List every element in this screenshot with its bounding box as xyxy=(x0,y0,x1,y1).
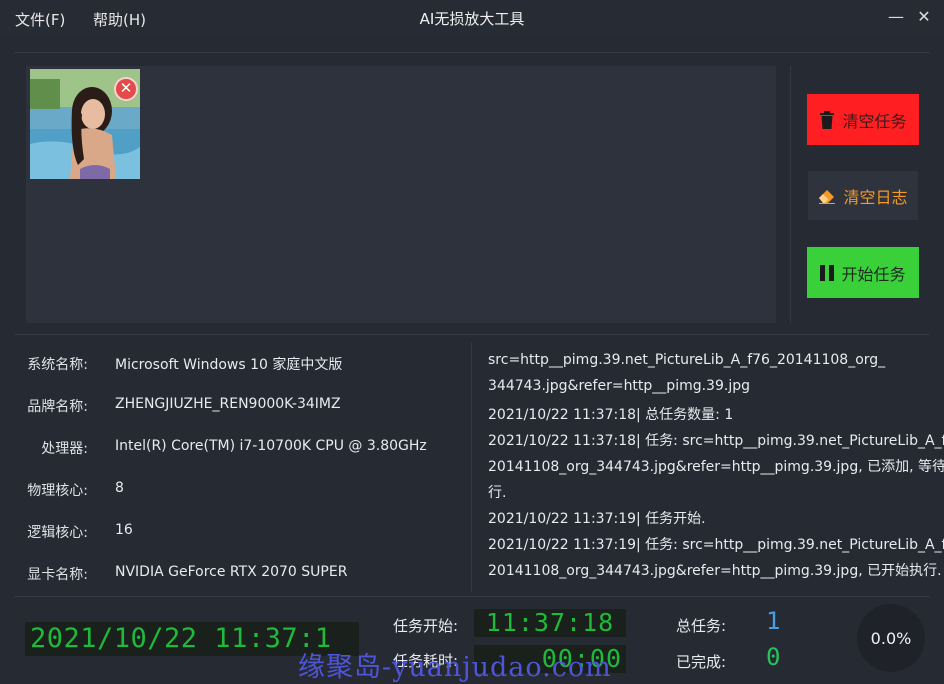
remove-x-icon[interactable]: ✕ xyxy=(114,77,138,101)
log-line: 20141108_org_344743.jpg&refer=http__pimg… xyxy=(488,563,942,579)
system-name-value: Microsoft Windows 10 家庭中文版 xyxy=(115,357,343,373)
start-task-label: 开始任务 xyxy=(841,264,906,284)
system-name-label: 系统名称: xyxy=(27,357,88,373)
divider xyxy=(471,342,472,592)
clear-tasks-label: 清空任务 xyxy=(842,111,907,131)
window-title: AI无损放大工具 xyxy=(419,10,525,28)
divider xyxy=(14,596,930,597)
log-line: 2021/10/22 11:37:18| 任务: src=http__pimg.… xyxy=(488,433,944,449)
logical-cores-label: 逻辑核心: xyxy=(27,525,88,541)
clear-log-button[interactable]: 清空日志 xyxy=(808,171,918,220)
clear-tasks-button[interactable]: 清空任务 xyxy=(807,94,919,145)
log-line: src=http__pimg.39.net_PictureLib_A_f76_2… xyxy=(488,352,886,368)
divider xyxy=(790,66,791,323)
title-bar: 文件(F) 帮助(H) AI无损放大工具 — ✕ xyxy=(0,0,944,36)
task-thumbnail[interactable]: ✕ xyxy=(30,69,140,179)
logical-cores-value: 16 xyxy=(115,522,133,538)
log-line: 2021/10/22 11:37:18| 总任务数量: 1 xyxy=(488,407,734,423)
log-line: 344743.jpg&refer=http__pimg.39.jpg xyxy=(488,378,750,394)
minimize-icon[interactable]: — xyxy=(886,7,906,27)
clear-log-label: 清空日志 xyxy=(843,187,908,207)
gpu-name-value: NVIDIA GeForce RTX 2070 SUPER xyxy=(115,564,348,580)
processor-value: Intel(R) Core(TM) i7-10700K CPU @ 3.80GH… xyxy=(115,438,427,454)
completed-count: 0 xyxy=(766,643,781,671)
physical-cores-value: 8 xyxy=(115,480,124,496)
close-icon[interactable]: ✕ xyxy=(914,7,934,27)
task-list-panel[interactable]: ✕ xyxy=(26,66,776,323)
watermark-text: 缘聚岛-yuanjudao.com xyxy=(298,652,612,683)
start-time-display: 11:37:18 xyxy=(474,609,626,637)
log-line: 2021/10/22 11:37:19| 任务开始. xyxy=(488,511,706,527)
completed-label: 已完成: xyxy=(676,653,727,671)
log-line: 行. xyxy=(488,485,507,501)
brand-name-value: ZHENGJIUZHE_REN9000K-34IMZ xyxy=(115,396,341,412)
pause-icon xyxy=(820,264,835,281)
divider xyxy=(14,52,930,53)
progress-indicator: 0.0% xyxy=(857,604,925,672)
log-line: 2021/10/22 11:37:19| 任务: src=http__pimg.… xyxy=(488,537,944,553)
start-time-label: 任务开始: xyxy=(393,617,459,635)
eraser-icon xyxy=(819,189,836,204)
log-line: 20141108_org_344743.jpg&refer=http__pimg… xyxy=(488,459,944,475)
start-task-button[interactable]: 开始任务 xyxy=(807,247,919,298)
brand-name-label: 品牌名称: xyxy=(27,399,88,415)
total-tasks-label: 总任务: xyxy=(676,617,727,635)
trash-icon xyxy=(820,110,835,129)
physical-cores-label: 物理核心: xyxy=(27,483,88,499)
gpu-name-label: 显卡名称: xyxy=(27,567,88,583)
progress-value: 0.0% xyxy=(870,628,912,648)
divider xyxy=(14,334,930,335)
total-tasks-count: 1 xyxy=(766,607,781,635)
processor-label: 处理器: xyxy=(41,441,88,457)
